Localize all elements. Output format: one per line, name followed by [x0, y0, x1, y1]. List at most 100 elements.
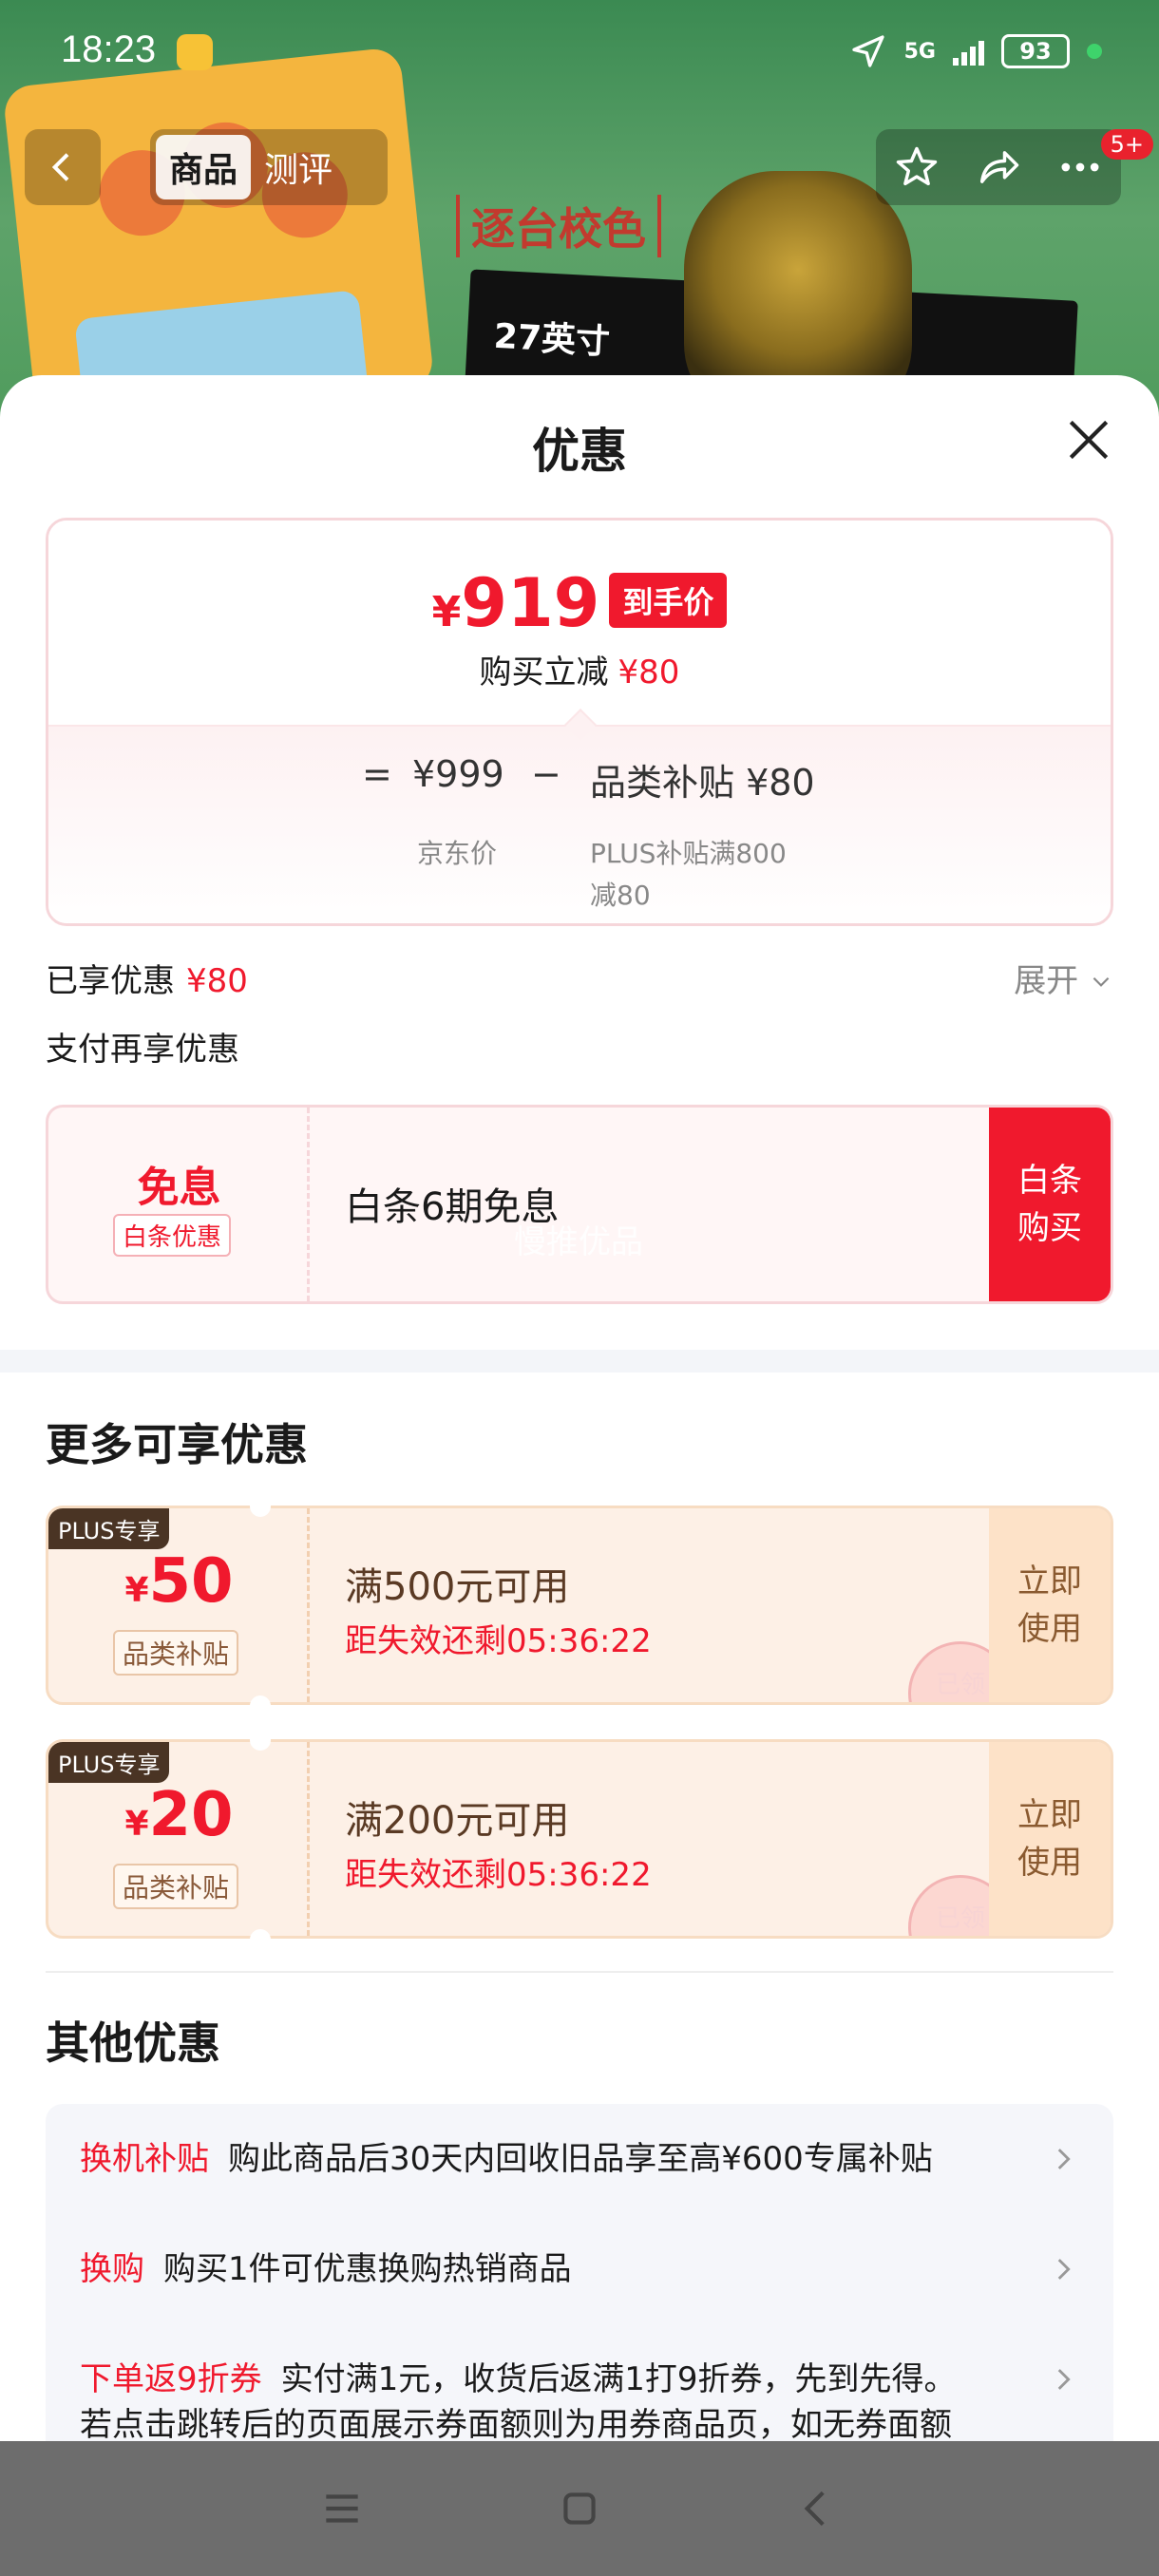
original-price: ¥999: [412, 753, 504, 795]
coupon-notch: [250, 1695, 271, 1716]
tab-review[interactable]: 测评: [251, 135, 346, 199]
use-coupon-button[interactable]: 立即 使用: [989, 1742, 1111, 1936]
coupon-card: PLUS专享 ¥20 品类补贴 满200元可用 距失效还剩05:36:22 已领…: [46, 1739, 1113, 1939]
home-icon[interactable]: [556, 2485, 603, 2532]
chevron-down-icon: [1092, 976, 1110, 987]
back-nav-icon[interactable]: [793, 2485, 841, 2532]
tab-product[interactable]: 商品: [156, 135, 252, 199]
product-tabs: 商品 测评: [150, 129, 388, 205]
baitiao-buy-button[interactable]: 白条 购买: [989, 1108, 1111, 1301]
coupon-condition: 满500元可用: [345, 1565, 570, 1609]
coupon-amount: ¥20: [48, 1780, 310, 1850]
status-time: 18:23: [61, 28, 157, 70]
baitiao-button-line2: 购买: [1017, 1209, 1082, 1247]
banner-size-text: 27英寸: [492, 316, 611, 363]
baitiao-offer[interactable]: 免息 白条优惠 白条6期免息 慢推优品 白条 购买: [46, 1105, 1113, 1304]
coupon-category: 品类补贴: [113, 1864, 239, 1909]
banner-slogan: 逐台校色: [456, 195, 661, 257]
location-arrow-icon: [851, 35, 884, 67]
use-coupon-button[interactable]: 立即 使用: [989, 1508, 1111, 1702]
other-offers-title: 其他优惠: [46, 2017, 220, 2069]
use-button-line2: 使用: [1017, 1844, 1082, 1882]
back-button[interactable]: [25, 129, 101, 205]
reduction-value: ¥80: [618, 653, 680, 691]
offer-tag: 换机补贴: [80, 2140, 209, 2178]
watermark: 慢推优品: [514, 1223, 643, 1261]
list-item[interactable]: 换机补贴 购此商品后30天内回收旧品享至高¥600专属补贴: [80, 2136, 1079, 2182]
message-badge: 5+: [1100, 129, 1153, 160]
offer-text: 购此商品后30天内回收旧品享至高¥600专属补贴: [228, 2140, 933, 2178]
offer-text: 实付满1元，收货后返满1打9折券，先到先得。: [280, 2360, 957, 2398]
other-offers-list: 换机补贴 购此商品后30天内回收旧品享至高¥600专属补贴 换购 购买1件可优惠换购…: [46, 2104, 1113, 2441]
minus-sign: −: [531, 753, 561, 795]
coupon-card: PLUS专享 ¥50 品类补贴 满500元可用 距失效还剩05:36:22 已领…: [46, 1506, 1113, 1705]
subsidy-desc-line2: 减80: [590, 880, 651, 911]
privacy-dot-icon: [1087, 44, 1102, 59]
signal-icon: [953, 37, 984, 66]
instant-reduction: 购买立减 ¥80: [48, 646, 1111, 692]
use-button-line1: 立即: [1017, 1796, 1082, 1834]
close-icon[interactable]: [1062, 413, 1115, 466]
chevron-left-icon: [51, 153, 69, 181]
subsidy-amount: 品类补贴 ¥80: [590, 762, 815, 804]
original-price-label: 京东价: [417, 838, 498, 869]
coupon-notch: [250, 1496, 271, 1517]
use-button-line2: 使用: [1017, 1610, 1082, 1648]
price-card: ¥919 到手价 购买立减 ¥80 = ¥999 − 品类补贴 ¥80 京东价 PL…: [46, 518, 1113, 926]
menu-icon[interactable]: [318, 2485, 366, 2532]
more-offers-title: 更多可享优惠: [46, 1419, 308, 1470]
coupon-notch: [250, 1929, 271, 1950]
chevron-right-icon: [1057, 2369, 1071, 2390]
plus-badge: PLUS专享: [48, 1508, 170, 1549]
section-separator: [46, 1971, 1113, 1973]
enjoyed-discount: 已享优惠 ¥80: [46, 955, 248, 1001]
status-bar: 18:23 5G 93: [0, 0, 1159, 112]
plus-badge: PLUS专享: [48, 1742, 170, 1783]
coupon-currency: ¥: [124, 1571, 149, 1610]
baitiao-button-line1: 白条: [1017, 1162, 1082, 1200]
offer-text-line2: 若点击跳转后的页面展示券面额则为用券商品页，如无券面额: [80, 2406, 952, 2441]
discount-sheet: 优惠 ¥919 到手价 购买立减 ¥80 = ¥999 − 品类补贴 ¥80 京东价…: [0, 375, 1159, 2441]
top-actions: [876, 129, 1121, 205]
system-nav-bar: [0, 2441, 1159, 2576]
battery-icon: 93: [1001, 34, 1070, 68]
offer-text: 购买1件可优惠换购热销商品: [163, 2250, 572, 2288]
baitiao-chip: 白条优惠: [113, 1214, 232, 1257]
section-divider: [0, 1350, 1159, 1373]
enjoyed-label: 已享优惠: [46, 962, 175, 1000]
final-price-tag: 到手价: [609, 573, 728, 628]
coupon-currency: ¥: [124, 1805, 149, 1844]
coupon-amount: ¥50: [48, 1546, 310, 1617]
coupon-amount-value: 20: [148, 1780, 234, 1850]
equals-sign: =: [362, 753, 392, 795]
coupon-expire: 距失效还剩05:36:22: [345, 1622, 652, 1660]
expand-label: 展开: [1014, 962, 1079, 1000]
coupon-expire: 距失效还剩05:36:22: [345, 1856, 652, 1894]
list-item[interactable]: 下单返9折券 实付满1元，收货后返满1打9折券，先到先得。 若点击跳转后的页面展示…: [80, 2357, 1079, 2441]
use-button-line1: 立即: [1017, 1563, 1082, 1601]
star-icon[interactable]: [892, 142, 941, 192]
final-price: ¥919 到手价: [48, 564, 1111, 642]
baitiao-big-text: 免息: [137, 1164, 221, 1212]
chevron-right-icon: [1057, 2149, 1071, 2169]
share-icon[interactable]: [974, 142, 1023, 192]
coupon-category: 品类补贴: [113, 1630, 239, 1676]
offer-tag: 下单返9折券: [80, 2360, 262, 2398]
reduction-label: 购买立减: [479, 653, 609, 691]
enjoyed-value: ¥80: [186, 962, 248, 1000]
expand-button[interactable]: 展开: [1014, 955, 1113, 1001]
battery-level: 93: [1019, 38, 1052, 65]
app-notification-icon: [177, 34, 213, 70]
sheet-title: 优惠: [532, 424, 627, 479]
list-item[interactable]: 换购 购买1件可优惠换购热销商品: [80, 2246, 1079, 2292]
network-type: 5G: [903, 39, 936, 64]
more-icon[interactable]: [1055, 142, 1105, 192]
status-indicators: 5G 93: [849, 32, 1102, 70]
chevron-right-icon: [1057, 2259, 1071, 2280]
coupon-notch: [250, 1730, 271, 1751]
coupon-condition: 满200元可用: [345, 1799, 570, 1843]
pay-more-heading: 支付再享优惠: [46, 1031, 239, 1069]
currency-symbol: ¥: [431, 588, 462, 636]
coupon-amount-value: 50: [148, 1546, 234, 1617]
subsidy-description: PLUS补贴满800 减80: [590, 833, 787, 913]
